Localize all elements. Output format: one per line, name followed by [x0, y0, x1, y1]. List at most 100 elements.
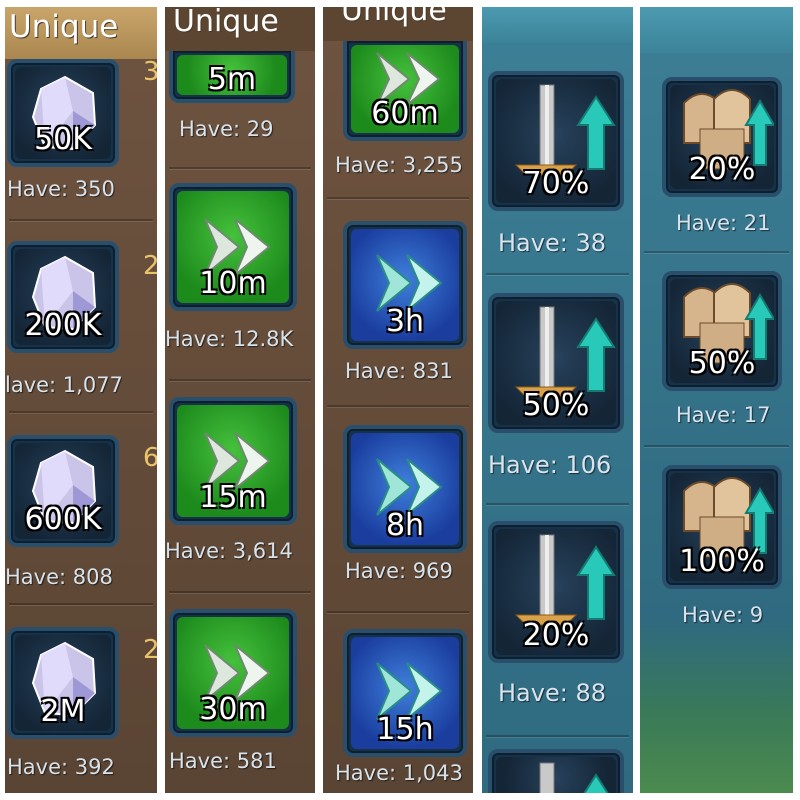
- item-icon-frame[interactable]: 20%: [488, 521, 624, 663]
- item-icon-frame[interactable]: 20%: [662, 77, 782, 197]
- have-count: Have: 808: [5, 565, 113, 589]
- item-quantity: 30m: [199, 692, 267, 727]
- item-slot-speedup-30m[interactable]: 30m Have: 581: [165, 603, 315, 793]
- divider: [486, 735, 629, 737]
- have-count: Have: 350: [7, 177, 115, 201]
- item-quantity: 3h: [385, 304, 425, 339]
- divider: [644, 445, 789, 447]
- item-icon-frame[interactable]: 50%: [662, 271, 782, 391]
- panel-attack-boosts: 70% Have: 38 50% Have: 106 20% Have: 88: [482, 7, 633, 793]
- item-icon-frame[interactable]: 15m: [169, 397, 297, 525]
- column-header: Unique: [5, 7, 157, 59]
- item-quantity: 15h: [376, 712, 434, 747]
- item-slot-army-50[interactable]: 50% Have: 17: [640, 263, 793, 443]
- item-quantity: 50%: [688, 346, 756, 381]
- column-header: [482, 7, 633, 43]
- have-count: Have: 29: [179, 117, 274, 141]
- item-slot-speedup-3h[interactable]: 3h Have: 831: [323, 209, 473, 409]
- item-icon-frame[interactable]: 2M: [7, 627, 119, 739]
- item-icon-frame[interactable]: 50K: [7, 59, 119, 167]
- panel-speedups-green: Unique 5m Have: 29 10m Have: 12.8K 15m H…: [165, 7, 315, 793]
- item-quantity: 15m: [199, 480, 267, 515]
- have-count: Have: 106: [488, 451, 612, 479]
- item-quantity: 50K: [34, 122, 92, 157]
- have-count: Have: 38: [498, 229, 606, 257]
- side-value: 6: [143, 443, 157, 473]
- divider: [9, 603, 153, 605]
- item-slot-attack-50[interactable]: 50% Have: 106: [482, 287, 633, 507]
- column-header: Unique: [323, 7, 473, 41]
- item-slot-speedup-5m[interactable]: 5m Have: 29: [165, 51, 315, 171]
- panel-gems: Unique 50K Have: 350 3 200K lave: 1,077 …: [5, 7, 157, 793]
- item-quantity: 5m: [207, 62, 257, 97]
- have-count: Have: 969: [345, 559, 453, 583]
- divider: [644, 251, 789, 253]
- item-icon-frame[interactable]: 8h: [343, 425, 467, 553]
- item-slot-speedup-10m[interactable]: 10m Have: 12.8K: [165, 179, 315, 379]
- have-count: Have: 12.8K: [165, 327, 294, 351]
- item-icon-frame[interactable]: 30m: [169, 609, 297, 737]
- panel-army-boosts: 20% Have: 21 50% Have: 17 100% Have: 9: [640, 7, 793, 793]
- have-count: Have: 581: [169, 749, 277, 773]
- item-quantity: 600K: [24, 502, 102, 537]
- item-icon-frame[interactable]: 5m: [169, 51, 295, 103]
- item-icon-frame-partial[interactable]: [488, 749, 624, 793]
- item-icon-frame[interactable]: 70%: [488, 71, 624, 211]
- have-count: Have: 9: [682, 603, 764, 627]
- item-slot-army-100[interactable]: 100% Have: 9: [640, 457, 793, 637]
- item-icon-frame[interactable]: 100%: [662, 465, 782, 589]
- item-quantity: 200K: [24, 308, 102, 343]
- divider: [9, 219, 153, 221]
- have-count: Have: 88: [498, 679, 606, 707]
- have-count: Have: 3,255: [335, 153, 463, 177]
- item-slot-speedup-60m[interactable]: 60m Have: 3,255: [323, 41, 473, 201]
- item-icon-frame[interactable]: 50%: [488, 293, 624, 433]
- item-quantity: 50%: [522, 388, 590, 423]
- have-count: Have: 21: [676, 211, 771, 235]
- item-icon-frame[interactable]: 3h: [343, 221, 467, 349]
- side-value: 2: [143, 251, 157, 281]
- item-slot-gem-600k[interactable]: 600K Have: 808 6: [5, 423, 157, 603]
- divider: [486, 273, 629, 275]
- item-slot-speedup-8h[interactable]: 8h Have: 969: [323, 417, 473, 617]
- item-slot-gem-200k[interactable]: 200K lave: 1,077 2: [5, 231, 157, 411]
- item-icon-frame[interactable]: 200K: [7, 241, 119, 353]
- have-count: Have: 17: [676, 403, 771, 427]
- item-slot-gem-2m[interactable]: 2M Have: 392 2: [5, 615, 157, 793]
- item-slot-attack-70[interactable]: 70% Have: 38: [482, 65, 633, 265]
- item-quantity: 20%: [522, 618, 590, 653]
- item-slot-attack-20[interactable]: 20% Have: 88: [482, 515, 633, 745]
- item-quantity: 100%: [679, 544, 765, 579]
- have-count: lave: 1,077: [5, 373, 123, 397]
- divider: [169, 167, 311, 169]
- item-slot-speedup-15h[interactable]: 15h Have: 1,043: [323, 623, 473, 793]
- item-quantity: 60m: [371, 96, 439, 131]
- item-slot-army-20[interactable]: 20% Have: 21: [640, 73, 793, 253]
- divider: [169, 379, 311, 381]
- divider: [327, 197, 469, 199]
- item-icon-frame[interactable]: 15h: [343, 629, 467, 757]
- item-quantity: 20%: [688, 152, 756, 187]
- have-count: Have: 1,043: [335, 761, 463, 785]
- have-count: Have: 831: [345, 359, 453, 383]
- item-icon-frame[interactable]: 60m: [343, 41, 467, 141]
- side-value: 3: [143, 57, 157, 87]
- item-icon-frame[interactable]: 10m: [169, 183, 297, 311]
- item-icon-frame[interactable]: 600K: [7, 435, 119, 547]
- item-slot-gem-50k[interactable]: 50K Have: 350 3: [5, 57, 157, 219]
- have-count: Have: 3,614: [165, 539, 293, 563]
- divider: [327, 405, 469, 407]
- divider: [9, 411, 153, 413]
- sword-up-arrow-icon: [539, 762, 609, 793]
- divider: [327, 611, 469, 613]
- column-header: [640, 7, 793, 53]
- have-count: Have: 392: [7, 755, 115, 779]
- item-quantity: 8h: [385, 508, 425, 543]
- panel-speedups-mixed: Unique 60m Have: 3,255 3h Have: 831 8h H…: [323, 7, 473, 793]
- side-value: 2: [143, 635, 157, 665]
- item-quantity: 10m: [199, 266, 267, 301]
- item-slot-speedup-15m[interactable]: 15m Have: 3,614: [165, 391, 315, 591]
- item-quantity: 70%: [522, 166, 590, 201]
- item-quantity: 2M: [40, 694, 86, 729]
- divider: [486, 503, 629, 505]
